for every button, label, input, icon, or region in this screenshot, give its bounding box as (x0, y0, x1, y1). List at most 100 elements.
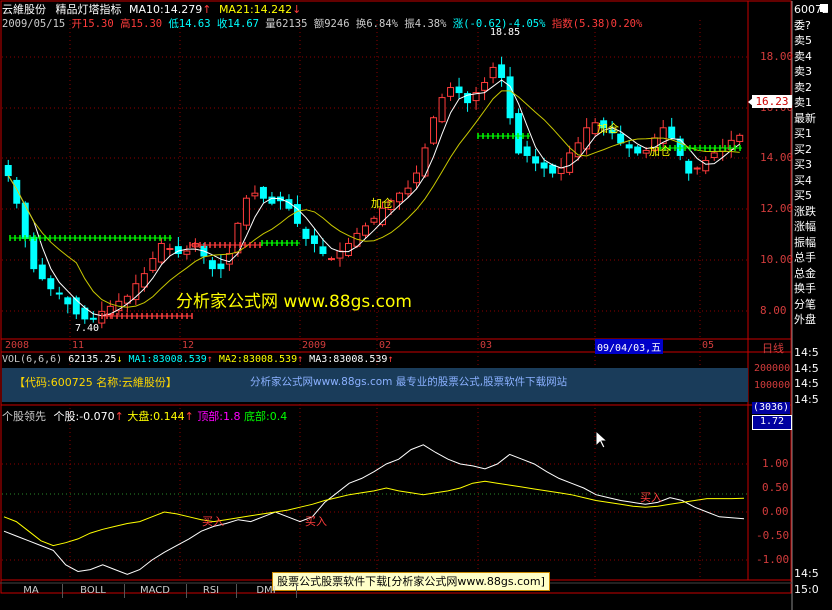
candle-up (149, 258, 157, 271)
date-axis: 2008 11 12 2009 02 03 09/04/03,五 05 (0, 339, 748, 354)
candle-up (396, 192, 403, 203)
candle-up (251, 192, 259, 197)
low-value: 低14.63 (168, 18, 211, 30)
sidebar-item: 卖1 (794, 96, 812, 109)
indicator-tick: 1.00 (762, 457, 789, 470)
date-value: 2009/05/15 (2, 18, 66, 30)
high-value: 高15.30 (119, 18, 163, 30)
header-row-2: 2009/05/15 开15.30 高15.30 低14.63 收14.67 量… (2, 16, 642, 31)
indicator-tick: -0.50 (756, 529, 790, 542)
sidebar-times: 14:5 14:5 14:5 14:5 (794, 345, 832, 407)
vol-ma3: MA3:83008.539 (309, 354, 388, 365)
date-tick: 02 (379, 340, 392, 351)
candle-down (498, 64, 506, 78)
watermark-text: 分析家公式网 www.88gs.com (176, 292, 412, 312)
candle-up (404, 187, 412, 195)
sidebar-item: 总金 (794, 266, 816, 280)
candle-down (38, 264, 46, 280)
chart-frame (0, 0, 828, 610)
sidebar-code: 60072 (794, 3, 829, 16)
date-tick: 03 (480, 340, 493, 351)
candle-down (319, 246, 327, 255)
candle-up (557, 167, 565, 174)
volume-watermark: 分析家公式网www.88gs.com 最专业的股票公式,股票软件下载网站 (250, 376, 568, 388)
market-line (3, 480, 745, 547)
sidebar-item: 买2 (794, 142, 812, 156)
tab-dmi[interactable]: DMI (236, 584, 297, 598)
tab-boll[interactable]: BOLL (62, 584, 125, 598)
sidebar-time: 14:5 (794, 567, 819, 580)
sidebar-item: 卖3 (794, 65, 812, 78)
candle-down (64, 297, 72, 305)
tab-rsi[interactable]: RSI (186, 584, 237, 598)
quote-sidebar: 60072 委? 卖5 卖4 卖3 卖2 卖1 最新 买1 买2 买3 买4 买… (794, 2, 832, 328)
support-band (261, 240, 300, 246)
open-value: 开15.30 (71, 18, 114, 30)
candle-down (685, 160, 693, 174)
promo-banner[interactable]: 股票公式股票软件下载[分析家公式网www.88gs.com] (272, 572, 550, 591)
tab-macd[interactable]: MACD (124, 584, 187, 598)
vol-value: 62135.25 (68, 354, 117, 365)
candle-down (55, 292, 63, 295)
amplitude-value: 振4.38% (404, 18, 447, 30)
candle-up (430, 117, 438, 144)
indicator-tick: -1.00 (756, 553, 790, 566)
candle-up (693, 167, 701, 170)
candle-up (413, 172, 421, 184)
candle-down (259, 186, 267, 199)
sidebar-time: 14:5 (794, 361, 819, 375)
sidebar-item: 买3 (794, 158, 812, 171)
low-price-label: 7.40 (75, 323, 100, 334)
sidebar-item: 买4 (794, 173, 812, 187)
candle-down (668, 126, 676, 139)
amount-value: 额9246 (313, 18, 350, 30)
candle-up (736, 134, 744, 142)
sidebar-item: 振幅 (794, 235, 816, 249)
candle-up (327, 258, 335, 261)
stock-name: 云維股份 (2, 3, 46, 16)
candle-up (447, 87, 455, 97)
candle-up (166, 247, 174, 250)
candle-up (566, 152, 574, 173)
sidebar-time: 15:0 (794, 582, 819, 596)
current-price-tag: 16.23 (752, 95, 792, 108)
mouse-cursor-icon (595, 430, 609, 449)
header-row-1: 云維股份 精品灯塔指标 MA10:14.279↑ MA21:14.242↓ (2, 3, 302, 16)
ma21-value: MA21:14.242 (218, 3, 293, 16)
candle-up (481, 82, 489, 91)
tab-ma[interactable]: MA (0, 584, 63, 598)
sidebar-time: 14:5 (794, 346, 819, 359)
candle-up (183, 250, 191, 255)
candle-down (302, 228, 310, 239)
candle-up (345, 242, 352, 256)
sidebar-item: 买5 (794, 189, 812, 202)
resistance-band (101, 313, 193, 319)
day-line-label[interactable]: 日线 (762, 340, 784, 356)
candle-up (489, 66, 497, 79)
indicator-header: 个股领先 个股:-0.070↑ 大盘:0.144↑ 顶部:1.8 底部:0.4 (2, 410, 288, 423)
candle-down (532, 156, 540, 164)
sidebar-item: 涨幅 (794, 220, 816, 233)
stock-lead-value: 个股:-0.070 (53, 410, 115, 423)
candle-up (710, 152, 718, 159)
sidebar-item: 委? (794, 18, 811, 32)
indicator-box-b: 1.72 (752, 415, 792, 430)
sidebar-item: 卖2 (794, 80, 812, 94)
support-band (477, 133, 530, 139)
add-position-label: 加仓 (371, 197, 393, 210)
index-value: 指数(5.38)0.20% (551, 18, 643, 30)
bottom-value: 底部:0.4 (244, 410, 288, 423)
buy-signal-label: 买入 (640, 491, 662, 504)
buy-signal-label: 买入 (305, 515, 327, 528)
candle-up (370, 217, 378, 223)
candle-down (455, 86, 463, 94)
sidebar-item: 换手 (794, 282, 816, 295)
add-position-label: 加仓 (649, 145, 671, 158)
volume-header: VOL(6,6,6) 62135.25↓ MA1:83008.539↑ MA2:… (2, 354, 394, 365)
candle-up (140, 273, 148, 288)
candle-up (702, 159, 710, 172)
indicator-tick: 0.00 (762, 505, 789, 518)
indicator-tick: 0.50 (762, 481, 789, 494)
candle-down (217, 263, 225, 270)
date-tick: 11 (72, 340, 85, 351)
